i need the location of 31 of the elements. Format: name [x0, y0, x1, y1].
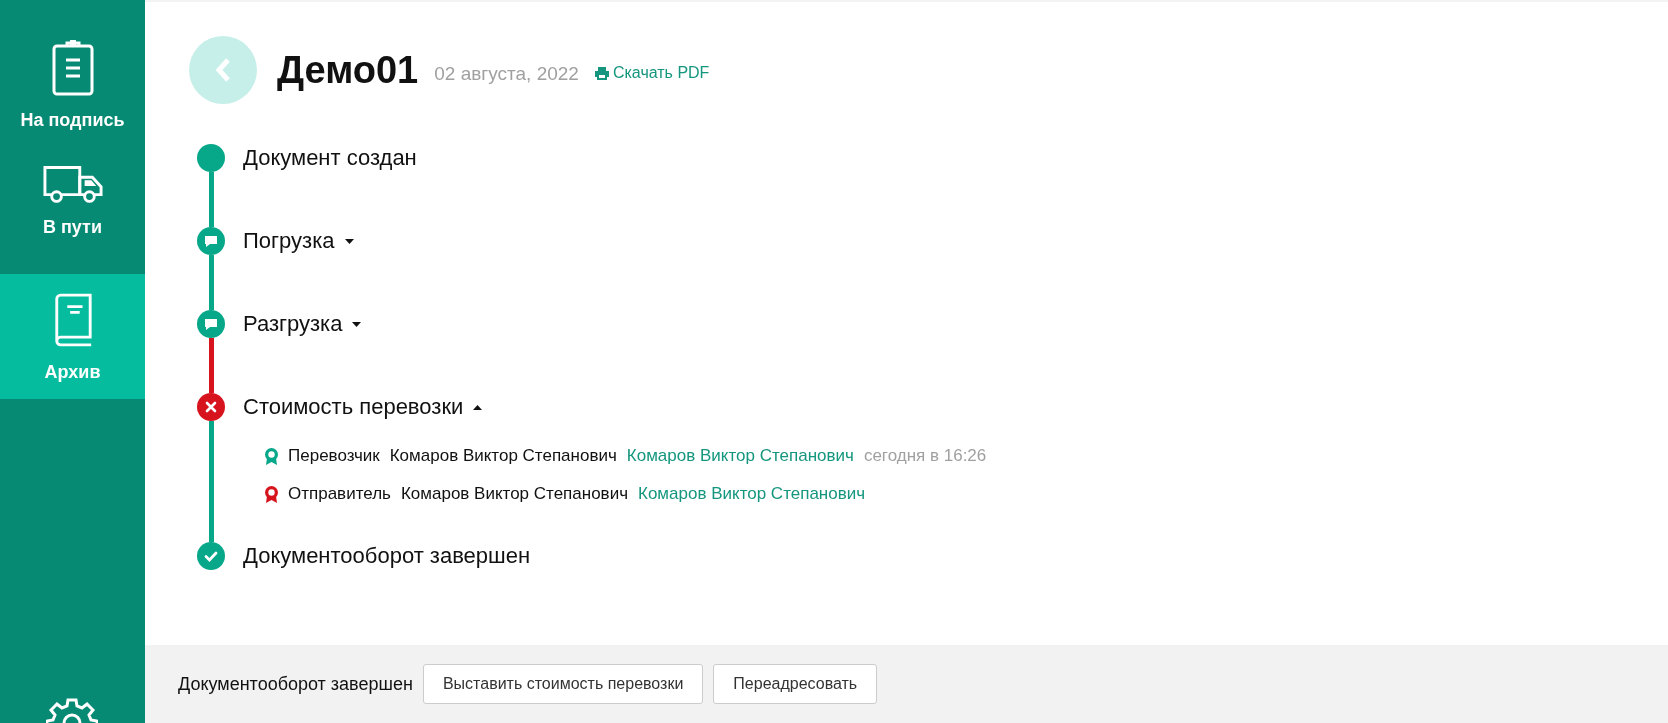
- chevron-left-icon: [214, 57, 232, 83]
- clipboard-icon: [50, 40, 95, 96]
- caret-down-icon[interactable]: [352, 321, 362, 327]
- step-label: Документ создан: [243, 145, 417, 171]
- step-label: Разгрузка: [243, 311, 343, 337]
- step-label: Стоимость перевозки: [243, 394, 464, 420]
- document-date: 02 августа, 2022: [434, 63, 579, 85]
- printer-icon: [594, 66, 609, 80]
- sidebar-item[interactable]: На подпись: [0, 0, 145, 137]
- step-label: Погрузка: [243, 228, 335, 254]
- signer-link[interactable]: Комаров Виктор Степанович: [638, 484, 866, 504]
- document-title: Демо01: [277, 48, 419, 92]
- signer-link[interactable]: Комаров Виктор Степанович: [626, 446, 854, 466]
- sidebar-item[interactable]: В пути: [0, 137, 145, 274]
- caret-up-icon[interactable]: [473, 404, 483, 410]
- signer-role: Перевозчик: [288, 446, 380, 466]
- timeline-connector: [208, 255, 214, 310]
- action-button[interactable]: Выставить стоимость перевозки: [422, 664, 704, 704]
- signer-name: Комаров Виктор Степанович: [400, 484, 628, 504]
- truck-icon: [42, 165, 103, 203]
- timeline-connector: [208, 172, 214, 227]
- signer-name: Комаров Виктор Степанович: [389, 446, 617, 466]
- download-pdf-link[interactable]: Скачать PDF: [594, 64, 710, 82]
- timeline-connector: [208, 338, 214, 393]
- caret-down-icon[interactable]: [344, 238, 354, 244]
- action-button[interactable]: Переадресовать: [713, 664, 878, 704]
- step-label: Документооборот завершен: [243, 543, 531, 569]
- signed-time: сегодня в 16:26: [863, 446, 987, 466]
- status-text: Документооборот завершен: [178, 673, 413, 695]
- sidebar-item[interactable]: Архив: [0, 274, 145, 399]
- signer-role: Отправитель: [288, 484, 391, 504]
